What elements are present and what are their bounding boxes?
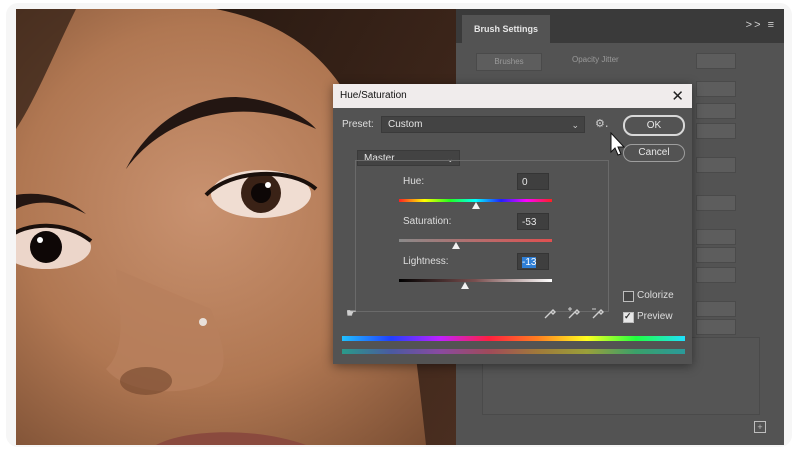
brushes-button-label: Brushes: [494, 57, 524, 66]
ok-button[interactable]: OK: [623, 115, 685, 136]
panel-field: [696, 195, 736, 211]
colorize-label: Colorize: [637, 290, 674, 301]
preview-checkbox[interactable]: [623, 311, 634, 323]
lightness-label: Lightness:: [403, 256, 449, 267]
panel-field: [696, 103, 736, 119]
panel-menu-icon[interactable]: >> ≡: [746, 19, 776, 31]
panel-field: [696, 247, 736, 263]
panel-field: [696, 267, 736, 283]
gear-icon[interactable]: ⚙․: [595, 117, 609, 130]
preset-value: Custom: [388, 119, 423, 130]
eyedropper-plus-icon[interactable]: [567, 306, 581, 320]
hue-slider-thumb[interactable]: [471, 202, 480, 209]
output-color-bar: [342, 349, 685, 354]
input-color-bar: [342, 336, 685, 341]
preview-label: Preview: [637, 311, 673, 322]
lightness-slider-thumb[interactable]: [460, 282, 469, 289]
eyedropper-icon[interactable]: [543, 306, 557, 320]
tab-brush-settings[interactable]: Brush Settings: [462, 15, 550, 43]
saturation-input[interactable]: -53: [517, 213, 549, 230]
eyedropper-minus-icon[interactable]: [591, 306, 605, 320]
panel-field: [696, 123, 736, 139]
mouse-cursor-icon: [610, 132, 626, 156]
saturation-value: -53: [522, 217, 537, 228]
preset-label: Preset:: [342, 119, 374, 130]
panel-field: [696, 229, 736, 245]
hue-value: 0: [522, 177, 528, 188]
chevron-down-icon: ⌄: [571, 120, 579, 130]
targeted-adjustment-hand-icon[interactable]: ☛: [346, 306, 357, 320]
adjustment-group: [355, 160, 609, 312]
saturation-label: Saturation:: [403, 216, 452, 227]
opacity-jitter-label: Opacity Jitter: [572, 55, 619, 64]
panel-tab-bar: Brush Settings >> ≡: [456, 9, 784, 43]
panel-field: [696, 157, 736, 173]
close-icon[interactable]: ✕: [671, 87, 684, 105]
cancel-button[interactable]: Cancel: [623, 144, 685, 162]
hue-label: Hue:: [403, 176, 425, 187]
colorize-checkbox[interactable]: [623, 291, 634, 302]
lightness-value: -13: [522, 257, 537, 268]
panel-field: [696, 301, 736, 317]
add-icon[interactable]: +: [754, 421, 766, 433]
panel-field: [696, 81, 736, 97]
hue-saturation-dialog: Hue/Saturation ✕ Preset: Custom ⌄ ⚙․ OK …: [333, 84, 692, 364]
lightness-slider-track[interactable]: [399, 279, 552, 282]
lightness-input[interactable]: -13: [517, 253, 549, 270]
preset-dropdown[interactable]: Custom ⌄: [381, 116, 585, 133]
dialog-title-bar: Hue/Saturation ✕: [333, 84, 692, 108]
saturation-slider-track[interactable]: [399, 239, 552, 242]
brushes-button[interactable]: Brushes: [476, 53, 542, 71]
panel-field: [696, 53, 736, 69]
dialog-title: Hue/Saturation: [340, 90, 407, 101]
hue-input[interactable]: 0: [517, 173, 549, 190]
panel-field: [696, 319, 736, 335]
saturation-slider-thumb[interactable]: [451, 242, 460, 249]
